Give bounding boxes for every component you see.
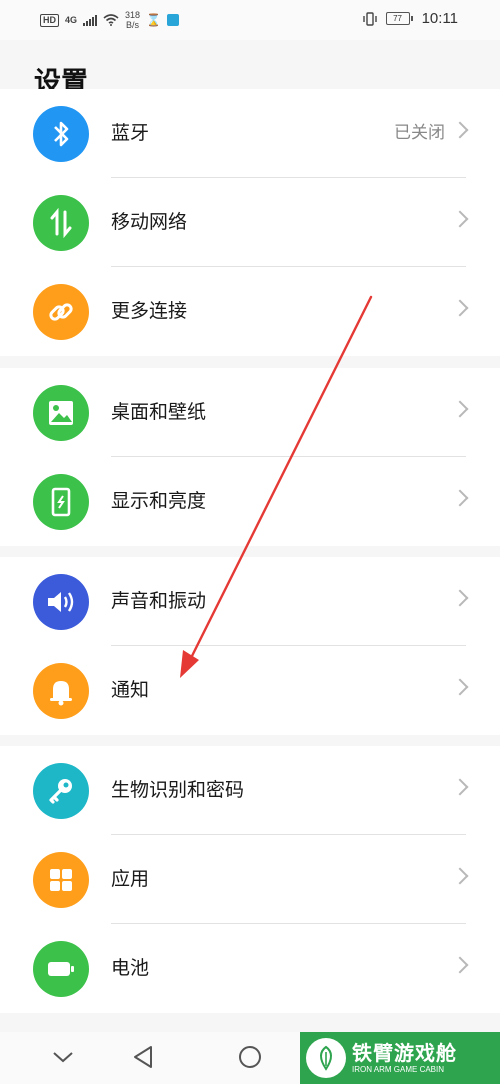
- network-type: 4G: [65, 15, 78, 25]
- mobile-data-icon: [33, 195, 89, 251]
- watermark-title: 铁臂游戏舱: [352, 1041, 457, 1065]
- chevron-right-icon: [451, 210, 469, 228]
- settings-item-label: 生物识别和密码: [111, 779, 245, 801]
- chevron-right-icon: [451, 400, 469, 418]
- settings-group-display: 桌面和壁纸 显示和亮度: [0, 368, 500, 546]
- settings-group-security: 生物识别和密码 应用 电池: [0, 746, 500, 1013]
- settings-item-label: 更多连接: [111, 300, 188, 322]
- watermark-subtitle: IRON ARM GAME CABIN: [352, 1065, 445, 1074]
- settings-group-connectivity: 蓝牙 已关闭 移动网络 更多连接: [0, 89, 500, 356]
- settings-group-sound: 声音和振动 通知: [0, 557, 500, 735]
- image-icon: [33, 385, 89, 441]
- hd-badge: HD: [40, 13, 59, 27]
- settings-item-apps[interactable]: 应用: [0, 835, 500, 924]
- settings-item-label: 蓝牙: [111, 122, 150, 144]
- status-bar: HD 4G 318 B/s ⌛ 77 10:11: [0, 0, 500, 40]
- bluetooth-icon: [33, 106, 89, 162]
- settings-item-label: 显示和亮度: [111, 490, 207, 512]
- settings-item-mobile-network[interactable]: 移动网络: [0, 178, 500, 267]
- settings-item-bluetooth[interactable]: 蓝牙 已关闭: [0, 89, 500, 178]
- wifi-icon: [103, 14, 119, 26]
- settings-item-display-brightness[interactable]: 显示和亮度: [0, 457, 500, 546]
- watermark: 铁臂游戏舱 IRON ARM GAME CABIN: [300, 1032, 500, 1084]
- key-icon: [33, 763, 89, 819]
- settings-item-label: 电池: [111, 957, 150, 979]
- chevron-right-icon: [451, 867, 469, 885]
- settings-item-wallpaper[interactable]: 桌面和壁纸: [0, 368, 500, 457]
- battery-icon: [33, 941, 89, 997]
- chevron-right-icon: [451, 299, 469, 317]
- chevron-right-icon: [451, 589, 469, 607]
- apps-grid-icon: [33, 852, 89, 908]
- app-notification-icon: [167, 14, 179, 26]
- phone-brightness-icon: [33, 474, 89, 530]
- battery-indicator: 77: [385, 12, 413, 25]
- speaker-icon: [33, 574, 89, 630]
- settings-item-label: 移动网络: [111, 211, 188, 233]
- settings-item-label: 应用: [111, 868, 150, 890]
- chevron-right-icon: [451, 778, 469, 796]
- bell-icon: [33, 663, 89, 719]
- signal-icon: [83, 14, 98, 26]
- clock: 10:11: [421, 10, 458, 27]
- settings-item-biometrics[interactable]: 生物识别和密码: [0, 746, 500, 835]
- network-speed: 318 B/s: [125, 10, 141, 30]
- settings-item-more-connections[interactable]: 更多连接: [0, 267, 500, 356]
- vibrate-icon: [362, 11, 377, 26]
- settings-item-label: 声音和振动: [111, 590, 207, 612]
- settings-item-notifications[interactable]: 通知: [0, 646, 500, 735]
- nav-collapse-icon[interactable]: [52, 1050, 74, 1064]
- settings-item-sound-vibration[interactable]: 声音和振动: [0, 557, 500, 646]
- chevron-right-icon: [451, 121, 469, 139]
- settings-item-label: 桌面和壁纸: [111, 401, 207, 423]
- link-icon: [33, 284, 89, 340]
- settings-item-label: 通知: [111, 679, 150, 701]
- chevron-right-icon: [451, 956, 469, 974]
- nav-back-icon[interactable]: [131, 1044, 155, 1070]
- nav-home-icon[interactable]: [237, 1044, 263, 1070]
- bluetooth-status: 已关闭: [394, 123, 445, 143]
- watermark-logo-icon: [306, 1038, 346, 1078]
- settings-item-battery[interactable]: 电池: [0, 924, 500, 1013]
- hourglass-icon: ⌛: [146, 13, 161, 27]
- chevron-right-icon: [451, 489, 469, 507]
- chevron-right-icon: [451, 678, 469, 696]
